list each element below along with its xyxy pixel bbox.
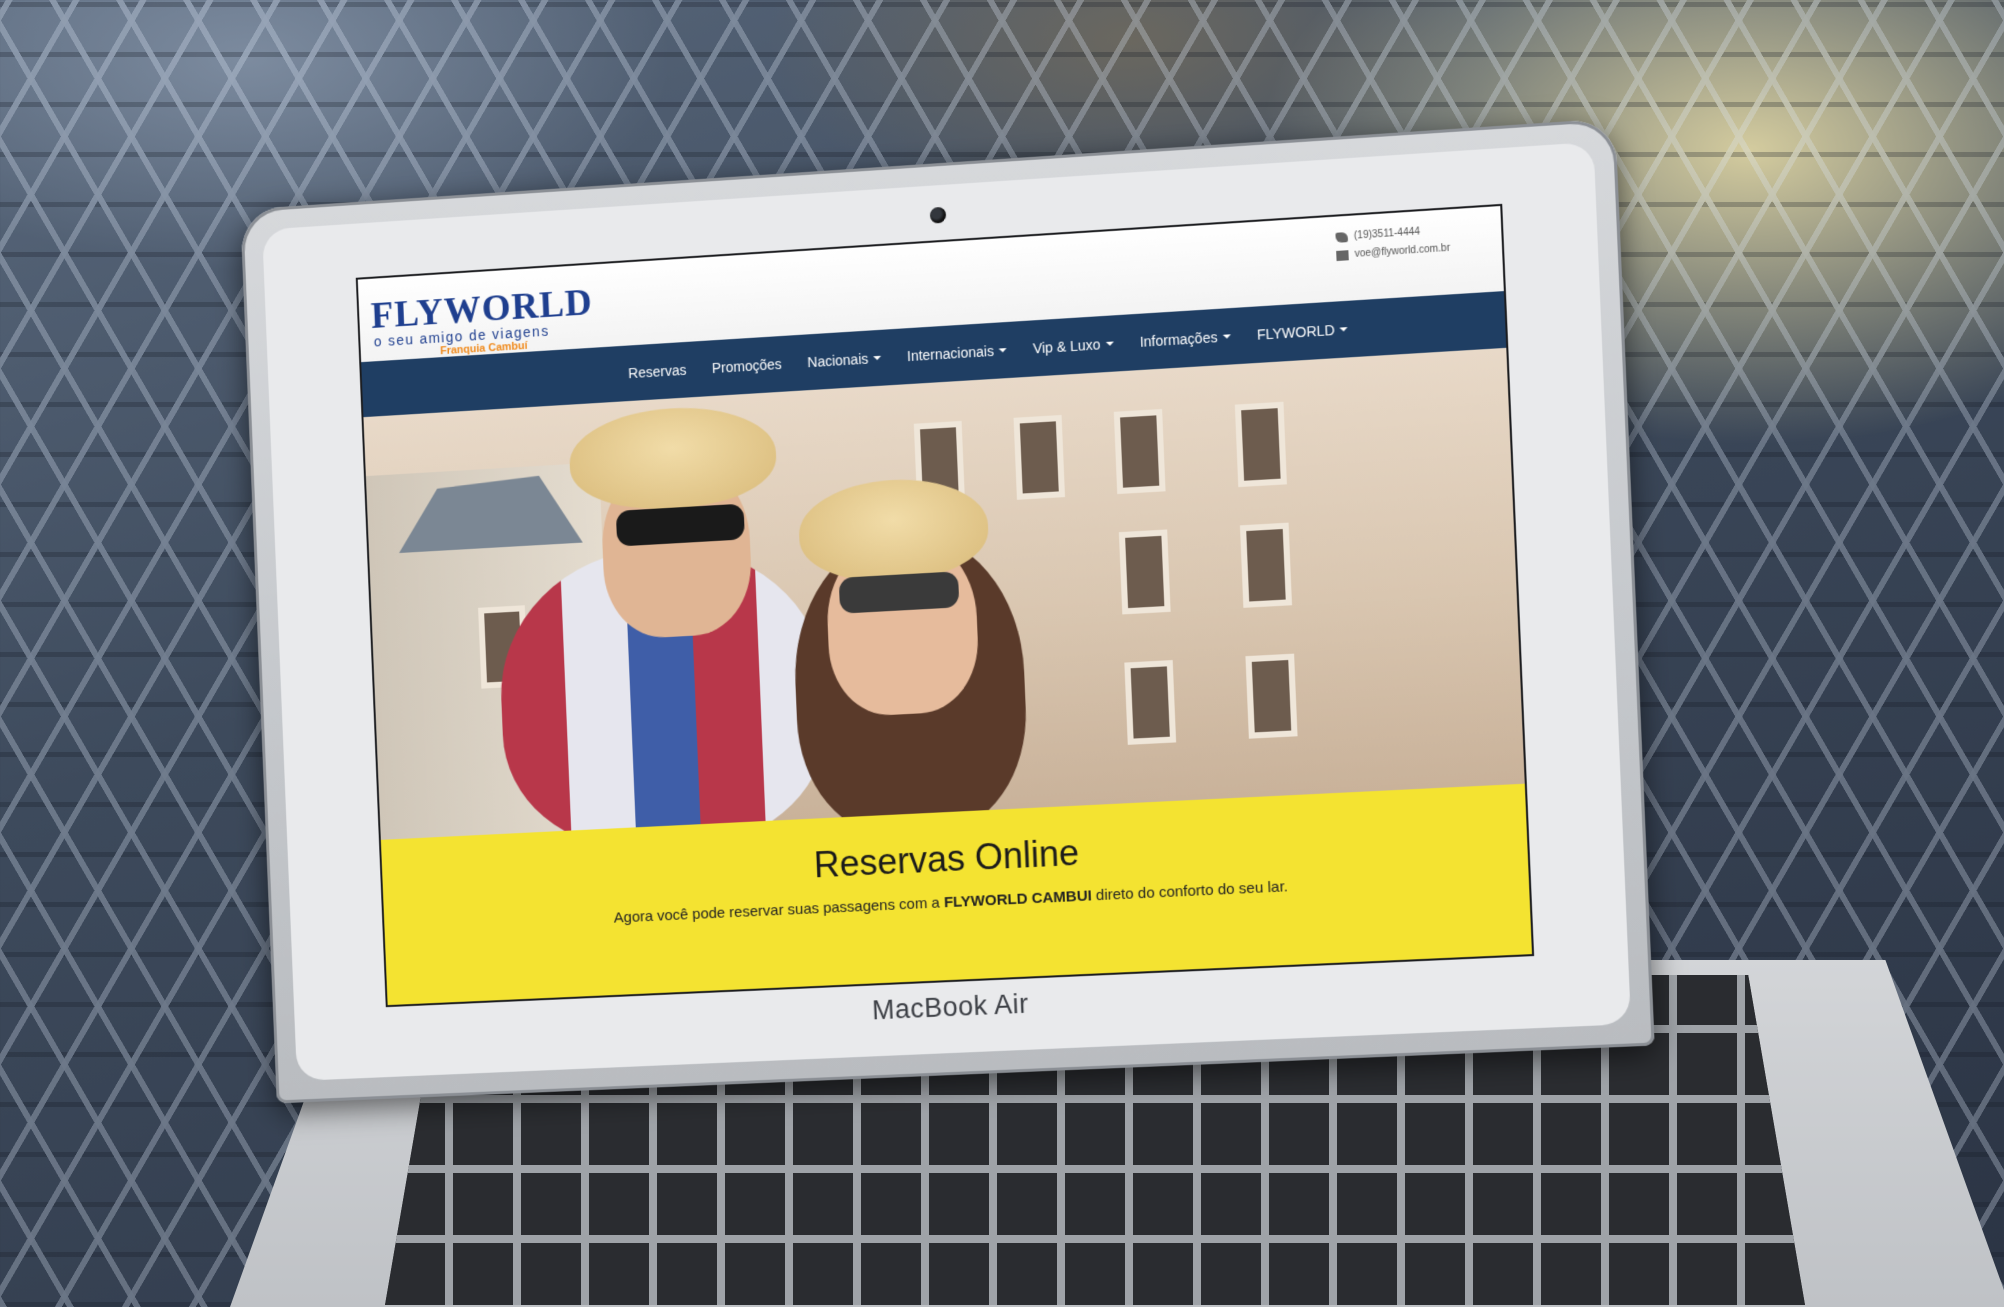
nav-label: Nacionais — [807, 350, 869, 371]
phone-icon — [1335, 232, 1349, 243]
nav-internacionais[interactable]: Internacionais — [907, 342, 1008, 364]
hero-man-hat — [567, 402, 778, 514]
mail-icon — [1336, 250, 1349, 261]
laptop-lid: FLYWORLD o seu amigo de viagens Franquia… — [240, 118, 1655, 1104]
building-roof — [376, 473, 583, 554]
caret-down-icon — [873, 355, 882, 361]
nav-label: Promoções — [711, 355, 782, 377]
webcam-icon — [929, 206, 947, 224]
caret-down-icon — [998, 348, 1007, 353]
building-window — [1113, 408, 1166, 495]
building-window — [1245, 653, 1298, 739]
nav-label: Vip & Luxo — [1032, 336, 1101, 357]
banner-text-bold: FLYWORLD CAMBUI — [943, 887, 1093, 912]
nav-informacoes[interactable]: Informações — [1139, 328, 1231, 350]
nav-label: Internacionais — [906, 342, 995, 365]
building-window — [1234, 401, 1287, 488]
screen-bezel: FLYWORLD o seu amigo de viagens Franquia… — [262, 141, 1632, 1081]
building-window — [1013, 414, 1066, 500]
nav-flyworld[interactable]: FLYWORLD — [1257, 321, 1349, 343]
nav-label: Informações — [1139, 329, 1218, 350]
hero-woman-sunglasses — [838, 571, 960, 614]
building-window — [1118, 529, 1171, 615]
caret-down-icon — [1339, 327, 1349, 332]
nav-vip-luxo[interactable]: Vip & Luxo — [1033, 335, 1114, 356]
nav-nacionais[interactable]: Nacionais — [807, 350, 882, 371]
building-window — [1239, 522, 1293, 608]
building-window — [1124, 660, 1177, 745]
nav-promocoes[interactable]: Promoções — [712, 356, 782, 376]
flyworld-logo[interactable]: FLYWORLD o seu amigo de viagens Franquia… — [370, 281, 606, 358]
hero-image — [363, 347, 1525, 840]
nav-label: FLYWORLD — [1256, 321, 1336, 343]
browser-viewport: FLYWORLD o seu amigo de viagens Franquia… — [355, 203, 1535, 1008]
header-contact: (19)3511-4444 voe@flyworld.com.br — [1335, 219, 1490, 265]
caret-down-icon — [1222, 334, 1231, 339]
nav-label: Reservas — [627, 361, 687, 382]
hero-man-sunglasses — [615, 503, 745, 547]
banner-text-before: Agora você pode reservar suas passagens … — [613, 894, 941, 927]
caret-down-icon — [1105, 341, 1114, 347]
nav-reservas[interactable]: Reservas — [628, 362, 687, 381]
banner-text-after: direto do conforto do seu lar. — [1095, 878, 1289, 905]
